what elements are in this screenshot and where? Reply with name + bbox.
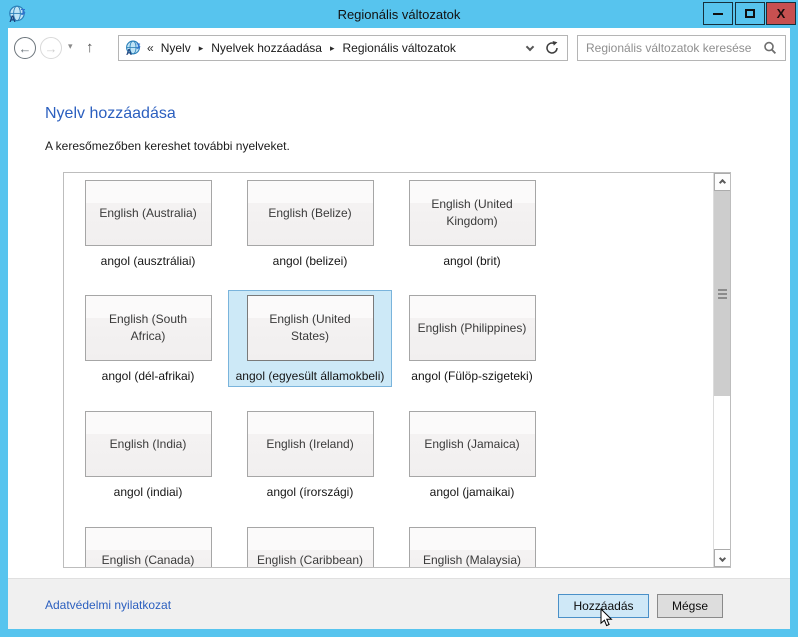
chevron-up-icon [719, 178, 726, 185]
language-cell[interactable]: English (Belize) angol (belizei) [228, 175, 392, 272]
language-cell[interactable]: English (Ireland) angol (írországi) [228, 406, 392, 503]
language-cell[interactable]: English (United Kingdom) angol (brit) [390, 175, 554, 272]
language-cell[interactable]: English (Australia) angol (ausztráliai) [66, 175, 230, 272]
language-tile-label: English (South Africa) [92, 311, 205, 345]
history-dropdown-icon[interactable]: ▾ [68, 41, 73, 52]
cancel-button[interactable]: Mégse [657, 594, 723, 618]
window-title: Regionális változatok [0, 0, 798, 28]
language-cell[interactable]: English (United States) angol (egyesült á… [228, 290, 392, 387]
language-tile[interactable]: English (South Africa) [85, 295, 212, 361]
language-tile[interactable]: English (United States) [247, 295, 374, 361]
navigation-bar: ← → ▾ ↑ A « Nyelv ▸ Nyelvek hozzáadása ▸… [8, 28, 790, 68]
mouse-cursor [600, 608, 613, 627]
language-caption: angol (Fülöp-szigeteki) [390, 369, 554, 383]
language-caption: angol (brit) [390, 254, 554, 268]
address-dropdown-icon[interactable] [526, 43, 534, 51]
language-cell[interactable]: English (India) angol (indiai) [66, 406, 230, 503]
minimize-icon [713, 13, 723, 15]
language-tile-label: English (Belize) [268, 205, 351, 222]
dialog-window: A Regionális változatok X ← → ▾ ↑ A « Ny… [0, 0, 798, 637]
search-input[interactable] [586, 41, 757, 55]
back-button[interactable]: ← [14, 37, 36, 59]
svg-text:A: A [126, 48, 132, 56]
language-tile-label: English (Caribbean) [257, 552, 363, 568]
language-caption: angol (ausztráliai) [66, 254, 230, 268]
language-tile[interactable]: English (Malaysia) [409, 527, 536, 568]
scrollbar-grip-icon [718, 293, 727, 295]
forward-button[interactable]: → [40, 37, 62, 59]
language-caption: angol (dél-afrikai) [66, 369, 230, 383]
language-tile[interactable]: English (Ireland) [247, 411, 374, 477]
up-button[interactable]: ↑ [86, 39, 94, 56]
language-tile[interactable]: English (Philippines) [409, 295, 536, 361]
language-listbox: English (Australia)angol (ausztráliai)En… [63, 172, 731, 568]
language-tile[interactable]: English (Jamaica) [409, 411, 536, 477]
language-caption: angol (egyesült államokbeli) [229, 369, 391, 383]
language-cell[interactable]: English (South Africa) angol (dél-afrikai… [66, 290, 230, 387]
language-tile-label: English (India) [110, 436, 187, 453]
language-caption: angol (indiai) [66, 485, 230, 499]
language-tile-label: English (Australia) [99, 205, 196, 222]
language-tile[interactable]: English (Australia) [85, 180, 212, 246]
refresh-icon[interactable] [545, 41, 559, 55]
breadcrumb-separator-icon: ▸ [330, 43, 335, 54]
language-tile-label: English (United States) [254, 311, 367, 345]
scrollbar-grip-icon [718, 289, 727, 291]
language-cell[interactable]: English (Malaysia) [390, 522, 554, 568]
maximize-button[interactable] [735, 2, 765, 25]
window-border-bottom [0, 629, 798, 637]
search-box[interactable] [577, 35, 786, 61]
title-bar: A Regionális változatok X [0, 0, 798, 28]
window-border-left [0, 28, 8, 637]
breadcrumb-item-nyelv[interactable]: Nyelv [161, 41, 191, 55]
language-tile-label: English (United Kingdom) [416, 196, 529, 230]
language-caption: angol (jamaikai) [390, 485, 554, 499]
language-caption: angol (belizei) [228, 254, 392, 268]
page-title: Nyelv hozzáadása [45, 105, 176, 123]
window-border-right [790, 28, 798, 637]
scrollbar-thumb[interactable] [714, 191, 731, 396]
search-icon[interactable] [763, 41, 777, 55]
breadcrumb-separator-icon: ▸ [199, 43, 204, 54]
page-subtitle: A keresőmezőben kereshet további nyelvek… [45, 139, 290, 153]
scrollbar-grip-icon [718, 297, 727, 299]
maximize-icon [745, 9, 755, 18]
breadcrumb-item-nyelvek-hozzaadasa[interactable]: Nyelvek hozzáadása [211, 41, 322, 55]
vertical-scrollbar[interactable] [713, 173, 730, 567]
language-tile-label: English (Malaysia) [423, 552, 521, 568]
language-grid: English (Australia)angol (ausztráliai)En… [64, 173, 713, 567]
language-tile[interactable]: English (Caribbean) [247, 527, 374, 568]
language-tile-label: English (Philippines) [418, 320, 527, 337]
scroll-down-button[interactable] [714, 549, 731, 567]
language-tile-label: English (Canada) [102, 552, 195, 568]
language-tile[interactable]: English (Belize) [247, 180, 374, 246]
scroll-up-button[interactable] [714, 173, 731, 191]
language-tile[interactable]: English (United Kingdom) [409, 180, 536, 246]
privacy-statement-link[interactable]: Adatvédelmi nyilatkozat [45, 598, 171, 612]
minimize-button[interactable] [703, 2, 733, 25]
language-cell[interactable]: English (Philippines) angol (Fülöp-sziget… [390, 290, 554, 387]
breadcrumb-collapse-chevrons[interactable]: « [147, 41, 154, 55]
language-tile[interactable]: English (Canada) [85, 527, 212, 568]
address-globe-icon: A [125, 40, 141, 56]
address-bar[interactable]: A « Nyelv ▸ Nyelvek hozzáadása ▸ Regioná… [118, 35, 568, 61]
language-cell[interactable]: English (Jamaica) angol (jamaikai) [390, 406, 554, 503]
language-tile-label: English (Jamaica) [424, 436, 519, 453]
breadcrumb-item-regionalis-valtozatok[interactable]: Regionális változatok [343, 41, 456, 55]
language-cell[interactable]: English (Caribbean) [228, 522, 392, 568]
close-button[interactable]: X [766, 2, 796, 25]
footer-bar: Adatvédelmi nyilatkozat Hozzáadás Mégse [8, 578, 790, 629]
language-caption: angol (írországi) [228, 485, 392, 499]
language-cell[interactable]: English (Canada) [66, 522, 230, 568]
chevron-down-icon [719, 554, 726, 561]
close-icon: X [777, 7, 786, 20]
language-tile[interactable]: English (India) [85, 411, 212, 477]
language-tile-label: English (Ireland) [266, 436, 353, 453]
